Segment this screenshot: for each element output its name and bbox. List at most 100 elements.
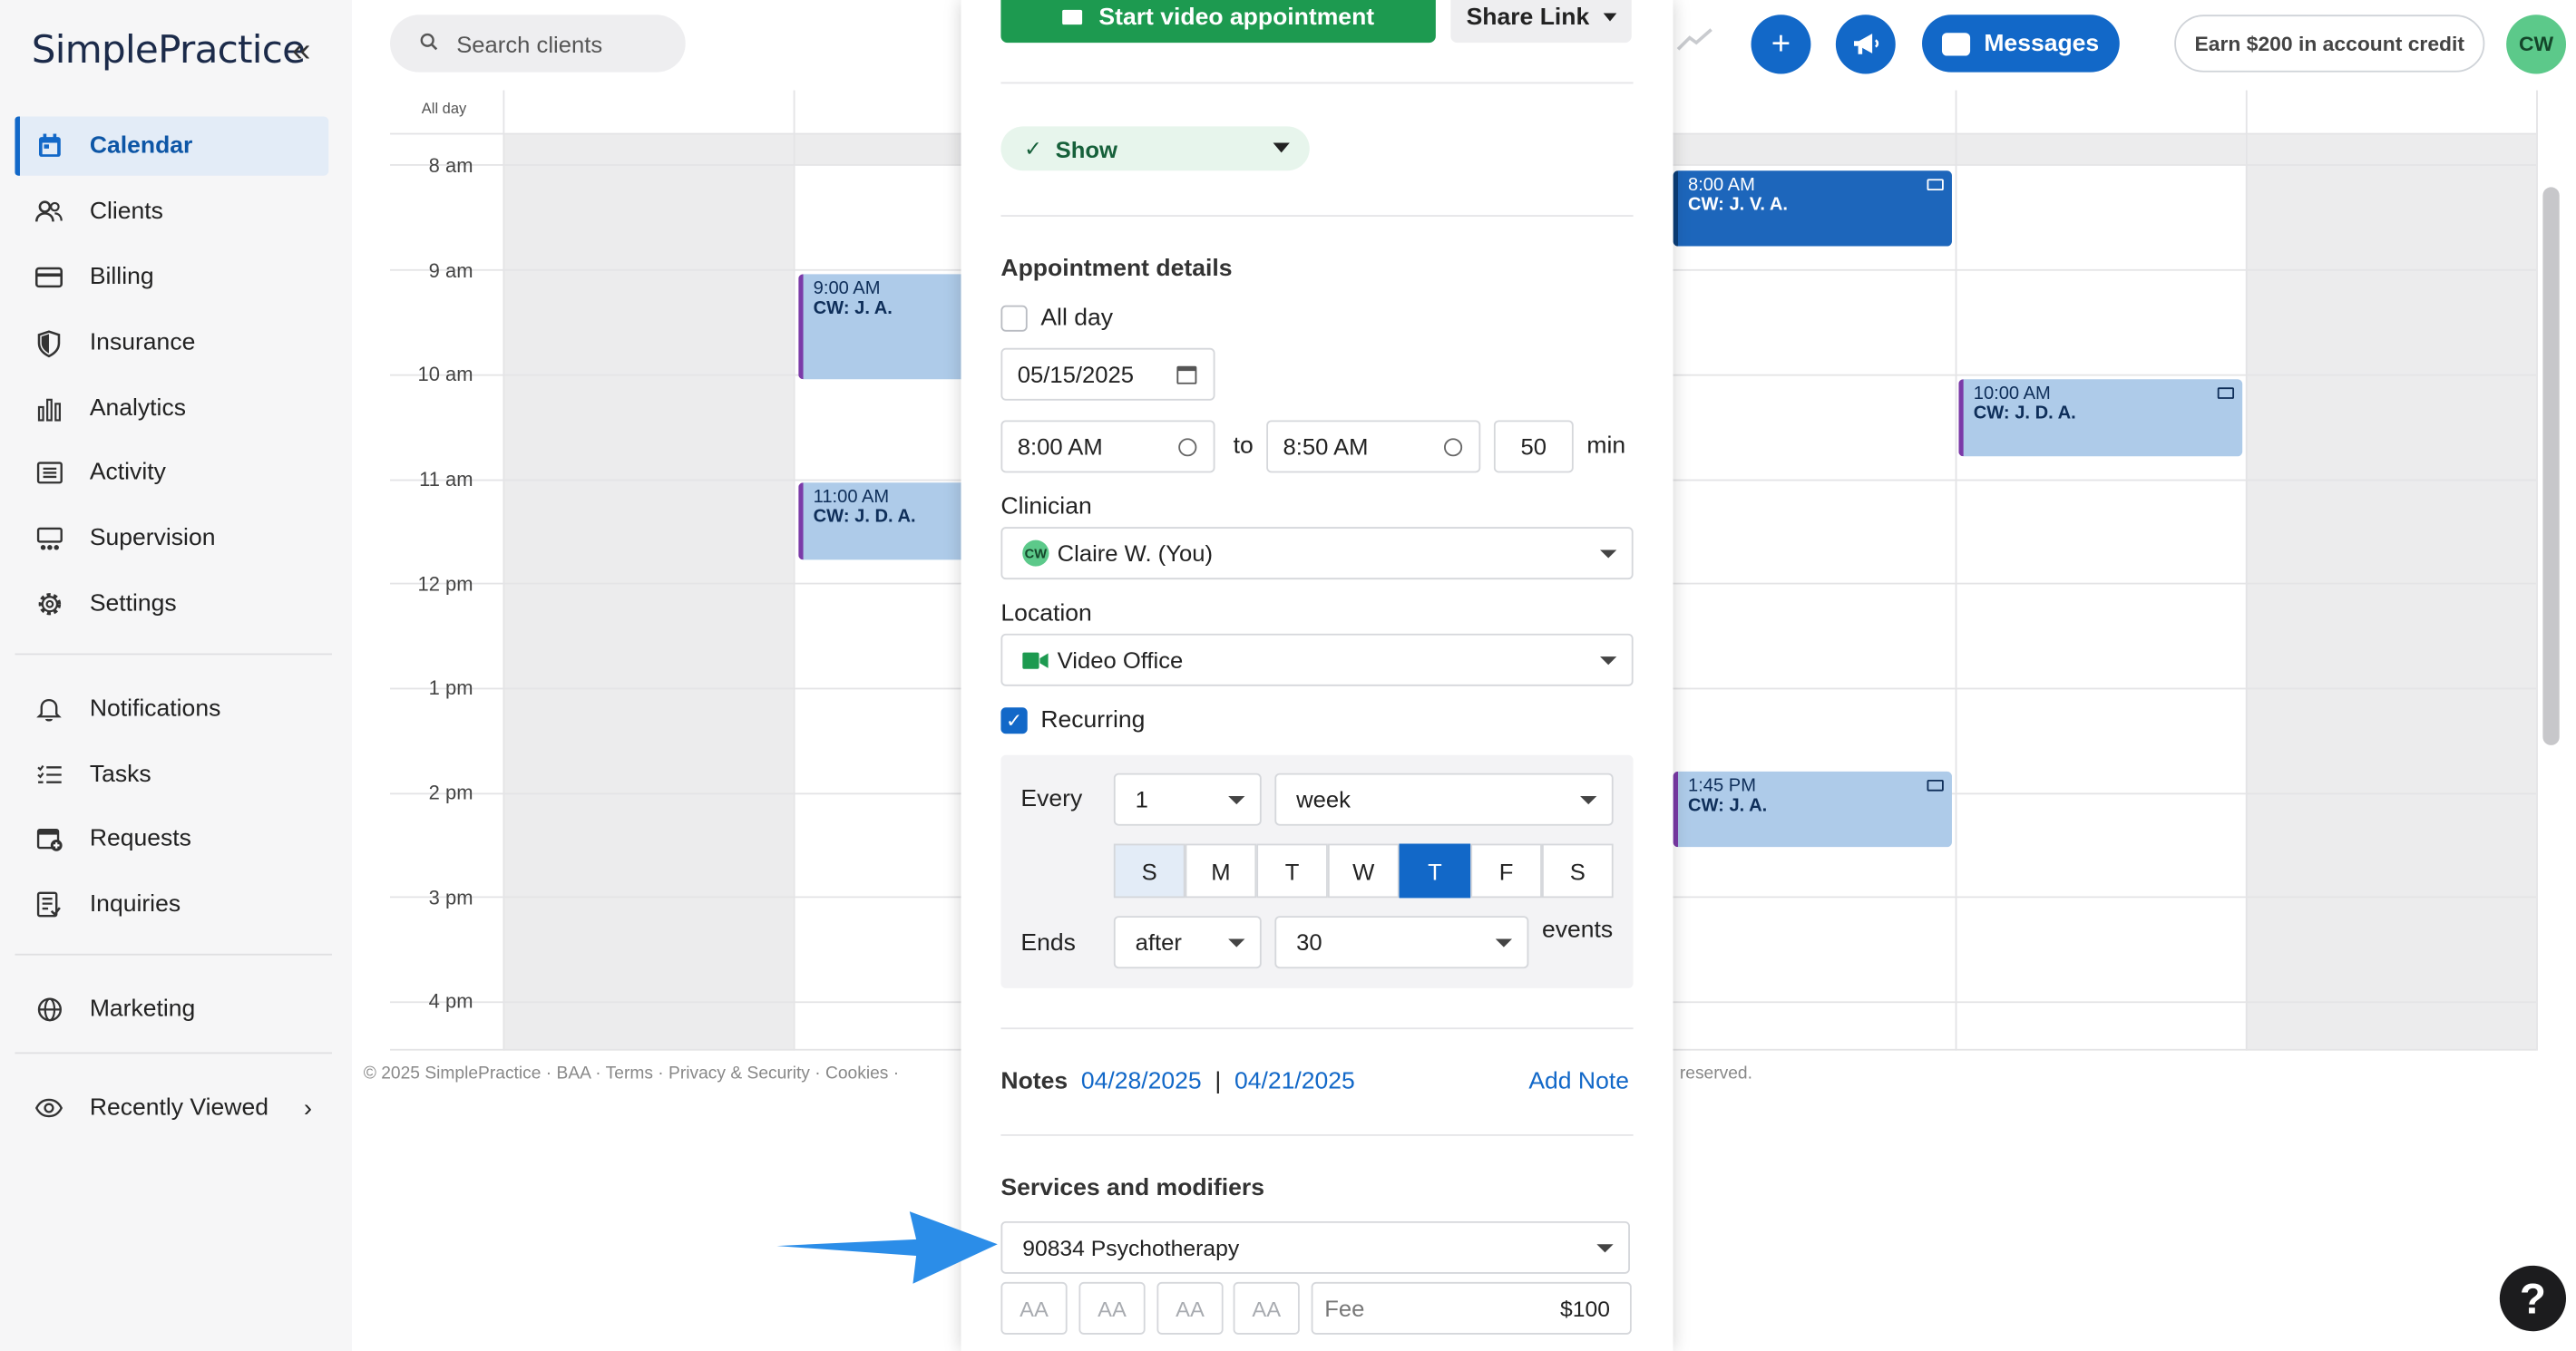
caret-down-icon	[1228, 938, 1245, 948]
sidebar-item-analytics[interactable]: Analytics	[15, 379, 328, 438]
recurring-label: Recurring	[1040, 707, 1146, 734]
trend-icon[interactable]	[1676, 26, 1712, 53]
supervision-icon	[34, 524, 63, 552]
location-value: Video Office	[1057, 646, 1184, 674]
all-day-label: All day	[1040, 305, 1114, 332]
sidebar-item-notifications[interactable]: Notifications	[15, 680, 328, 739]
gear-icon	[34, 590, 63, 618]
sidebar-item-recently-viewed[interactable]: Recently Viewed ›	[15, 1078, 328, 1137]
video-camera-icon	[1062, 9, 1083, 25]
sidebar-item-activity[interactable]: Activity	[15, 443, 328, 502]
sidebar-item-label: Notifications	[89, 695, 221, 723]
calendar-scrollbar[interactable]	[2542, 187, 2560, 745]
modifier-field[interactable]: AA	[1000, 1281, 1068, 1335]
collapse-sidebar-button[interactable]: «	[292, 33, 310, 71]
avatar[interactable]: CW	[2506, 15, 2567, 74]
panel-divider	[1000, 82, 1634, 84]
sidebar-divider	[15, 1052, 332, 1055]
modifier-field[interactable]: AA	[1156, 1281, 1224, 1335]
grid-line	[503, 90, 505, 1051]
sidebar-item-label: Insurance	[89, 329, 196, 356]
earn-credit-button[interactable]: Earn $200 in account credit	[2174, 15, 2485, 73]
add-note-button[interactable]: Add Note	[1528, 1069, 1629, 1095]
event-time: 10:00 AM	[1973, 384, 2051, 404]
caret-down-icon	[1602, 13, 1616, 22]
share-link-button[interactable]: Share Link	[1450, 0, 1632, 44]
status-dropdown[interactable]: ✓ Show	[1000, 126, 1310, 171]
question-icon: ?	[2519, 1272, 2546, 1323]
day-toggle-thursday[interactable]: T	[1399, 843, 1471, 899]
sidebar-item-tasks[interactable]: Tasks	[15, 745, 328, 804]
duration-field[interactable]: 50	[1493, 420, 1574, 473]
sidebar-item-settings[interactable]: Settings	[15, 575, 328, 634]
duration-value: 50	[1520, 433, 1547, 460]
calendar-icon	[34, 132, 63, 160]
footer-copyright: reserved.	[1679, 1064, 1752, 1084]
footer-links[interactable]: © 2025 SimplePractice · BAA · Terms · Pr…	[364, 1064, 899, 1084]
all-day-checkbox[interactable]	[1000, 305, 1028, 332]
sidebar: SimplePractice « Calendar Clients Billin…	[0, 0, 352, 1351]
modifier-field[interactable]: AA	[1233, 1281, 1300, 1335]
sidebar-item-calendar[interactable]: Calendar	[15, 116, 329, 176]
note-link[interactable]: 04/28/2025	[1081, 1069, 1202, 1095]
search-placeholder: Search clients	[456, 30, 603, 57]
sidebar-item-clients[interactable]: Clients	[15, 182, 328, 241]
panel-divider	[1000, 1027, 1634, 1030]
search-input[interactable]: Search clients	[390, 15, 686, 73]
day-toggle-monday[interactable]: M	[1185, 843, 1257, 899]
service-select[interactable]: 90834 Psychotherapy	[1000, 1220, 1630, 1274]
calendar-event[interactable]: 1:45 PM CW: J. A.	[1673, 771, 1952, 848]
video-icon	[1927, 779, 1944, 792]
logo[interactable]: SimplePractice	[32, 30, 306, 73]
time-label: 9 am	[428, 259, 473, 283]
sidebar-item-inquiries[interactable]: Inquiries	[15, 875, 328, 934]
calendar-event[interactable]: 9:00 AM CW: J. A.	[798, 274, 981, 380]
credit-card-icon	[34, 264, 63, 292]
calendar-event[interactable]: 8:00 AM CW: J. V. A.	[1673, 170, 1952, 247]
notes-row: Notes 04/28/2025 | 04/21/2025	[1000, 1069, 1354, 1095]
calendar-event[interactable]: 10:00 AM CW: J. D. A.	[1958, 379, 2243, 457]
video-icon	[2217, 387, 2235, 399]
add-button[interactable]: +	[1751, 15, 1811, 74]
clipboard-icon	[34, 890, 63, 918]
ends-mode-select[interactable]: after	[1113, 916, 1262, 969]
start-video-appointment-button[interactable]: Start video appointment	[1000, 0, 1436, 44]
panel-divider	[1000, 215, 1634, 217]
sidebar-item-supervision[interactable]: Supervision	[15, 509, 328, 568]
note-link[interactable]: 04/21/2025	[1234, 1069, 1355, 1095]
sidebar-item-insurance[interactable]: Insurance	[15, 314, 328, 373]
clock-icon	[1444, 438, 1463, 457]
calendar-event[interactable]: 11:00 AM CW: J. D. A.	[798, 482, 981, 560]
day-toggle-sunday[interactable]: S	[1113, 843, 1186, 899]
duration-unit: min	[1586, 433, 1626, 460]
sidebar-item-marketing[interactable]: Marketing	[15, 980, 328, 1039]
clinician-select[interactable]: CW Claire W. (You)	[1000, 527, 1634, 580]
grid-line	[793, 90, 795, 1051]
ends-count-select[interactable]: 30	[1274, 916, 1529, 969]
sidebar-item-requests[interactable]: Requests	[15, 810, 328, 869]
fee-field[interactable]: Fee $100	[1311, 1281, 1632, 1335]
location-select[interactable]: Video Office	[1000, 633, 1634, 686]
help-button[interactable]: ?	[2499, 1265, 2567, 1332]
end-time-field[interactable]: 8:50 AM	[1266, 420, 1481, 473]
event-client: CW: J. D. A.	[1973, 403, 2076, 424]
day-toggle-wednesday[interactable]: W	[1327, 843, 1400, 899]
recurring-checkbox[interactable]: ✓	[1000, 707, 1028, 734]
date-value: 05/15/2025	[1017, 361, 1134, 388]
announcements-button[interactable]	[1835, 15, 1896, 74]
day-toggle-saturday[interactable]: S	[1541, 843, 1614, 899]
start-time-field[interactable]: 8:00 AM	[1000, 420, 1215, 473]
every-interval-select[interactable]: 1	[1113, 773, 1262, 826]
every-unit-select[interactable]: week	[1274, 773, 1614, 826]
app-root: SimplePractice « Calendar Clients Billin…	[0, 0, 2576, 1351]
chat-icon	[1942, 32, 1971, 55]
allday-label: All day	[421, 100, 467, 117]
day-toggle-tuesday[interactable]: T	[1256, 843, 1328, 899]
day-toggle-friday[interactable]: F	[1470, 843, 1542, 899]
date-field[interactable]: 05/15/2025	[1000, 347, 1215, 401]
sidebar-item-label: Settings	[89, 590, 177, 617]
tasks-icon	[34, 761, 63, 789]
modifier-field[interactable]: AA	[1078, 1281, 1146, 1335]
messages-button[interactable]: Messages	[1922, 15, 2120, 73]
sidebar-item-billing[interactable]: Billing	[15, 248, 328, 306]
